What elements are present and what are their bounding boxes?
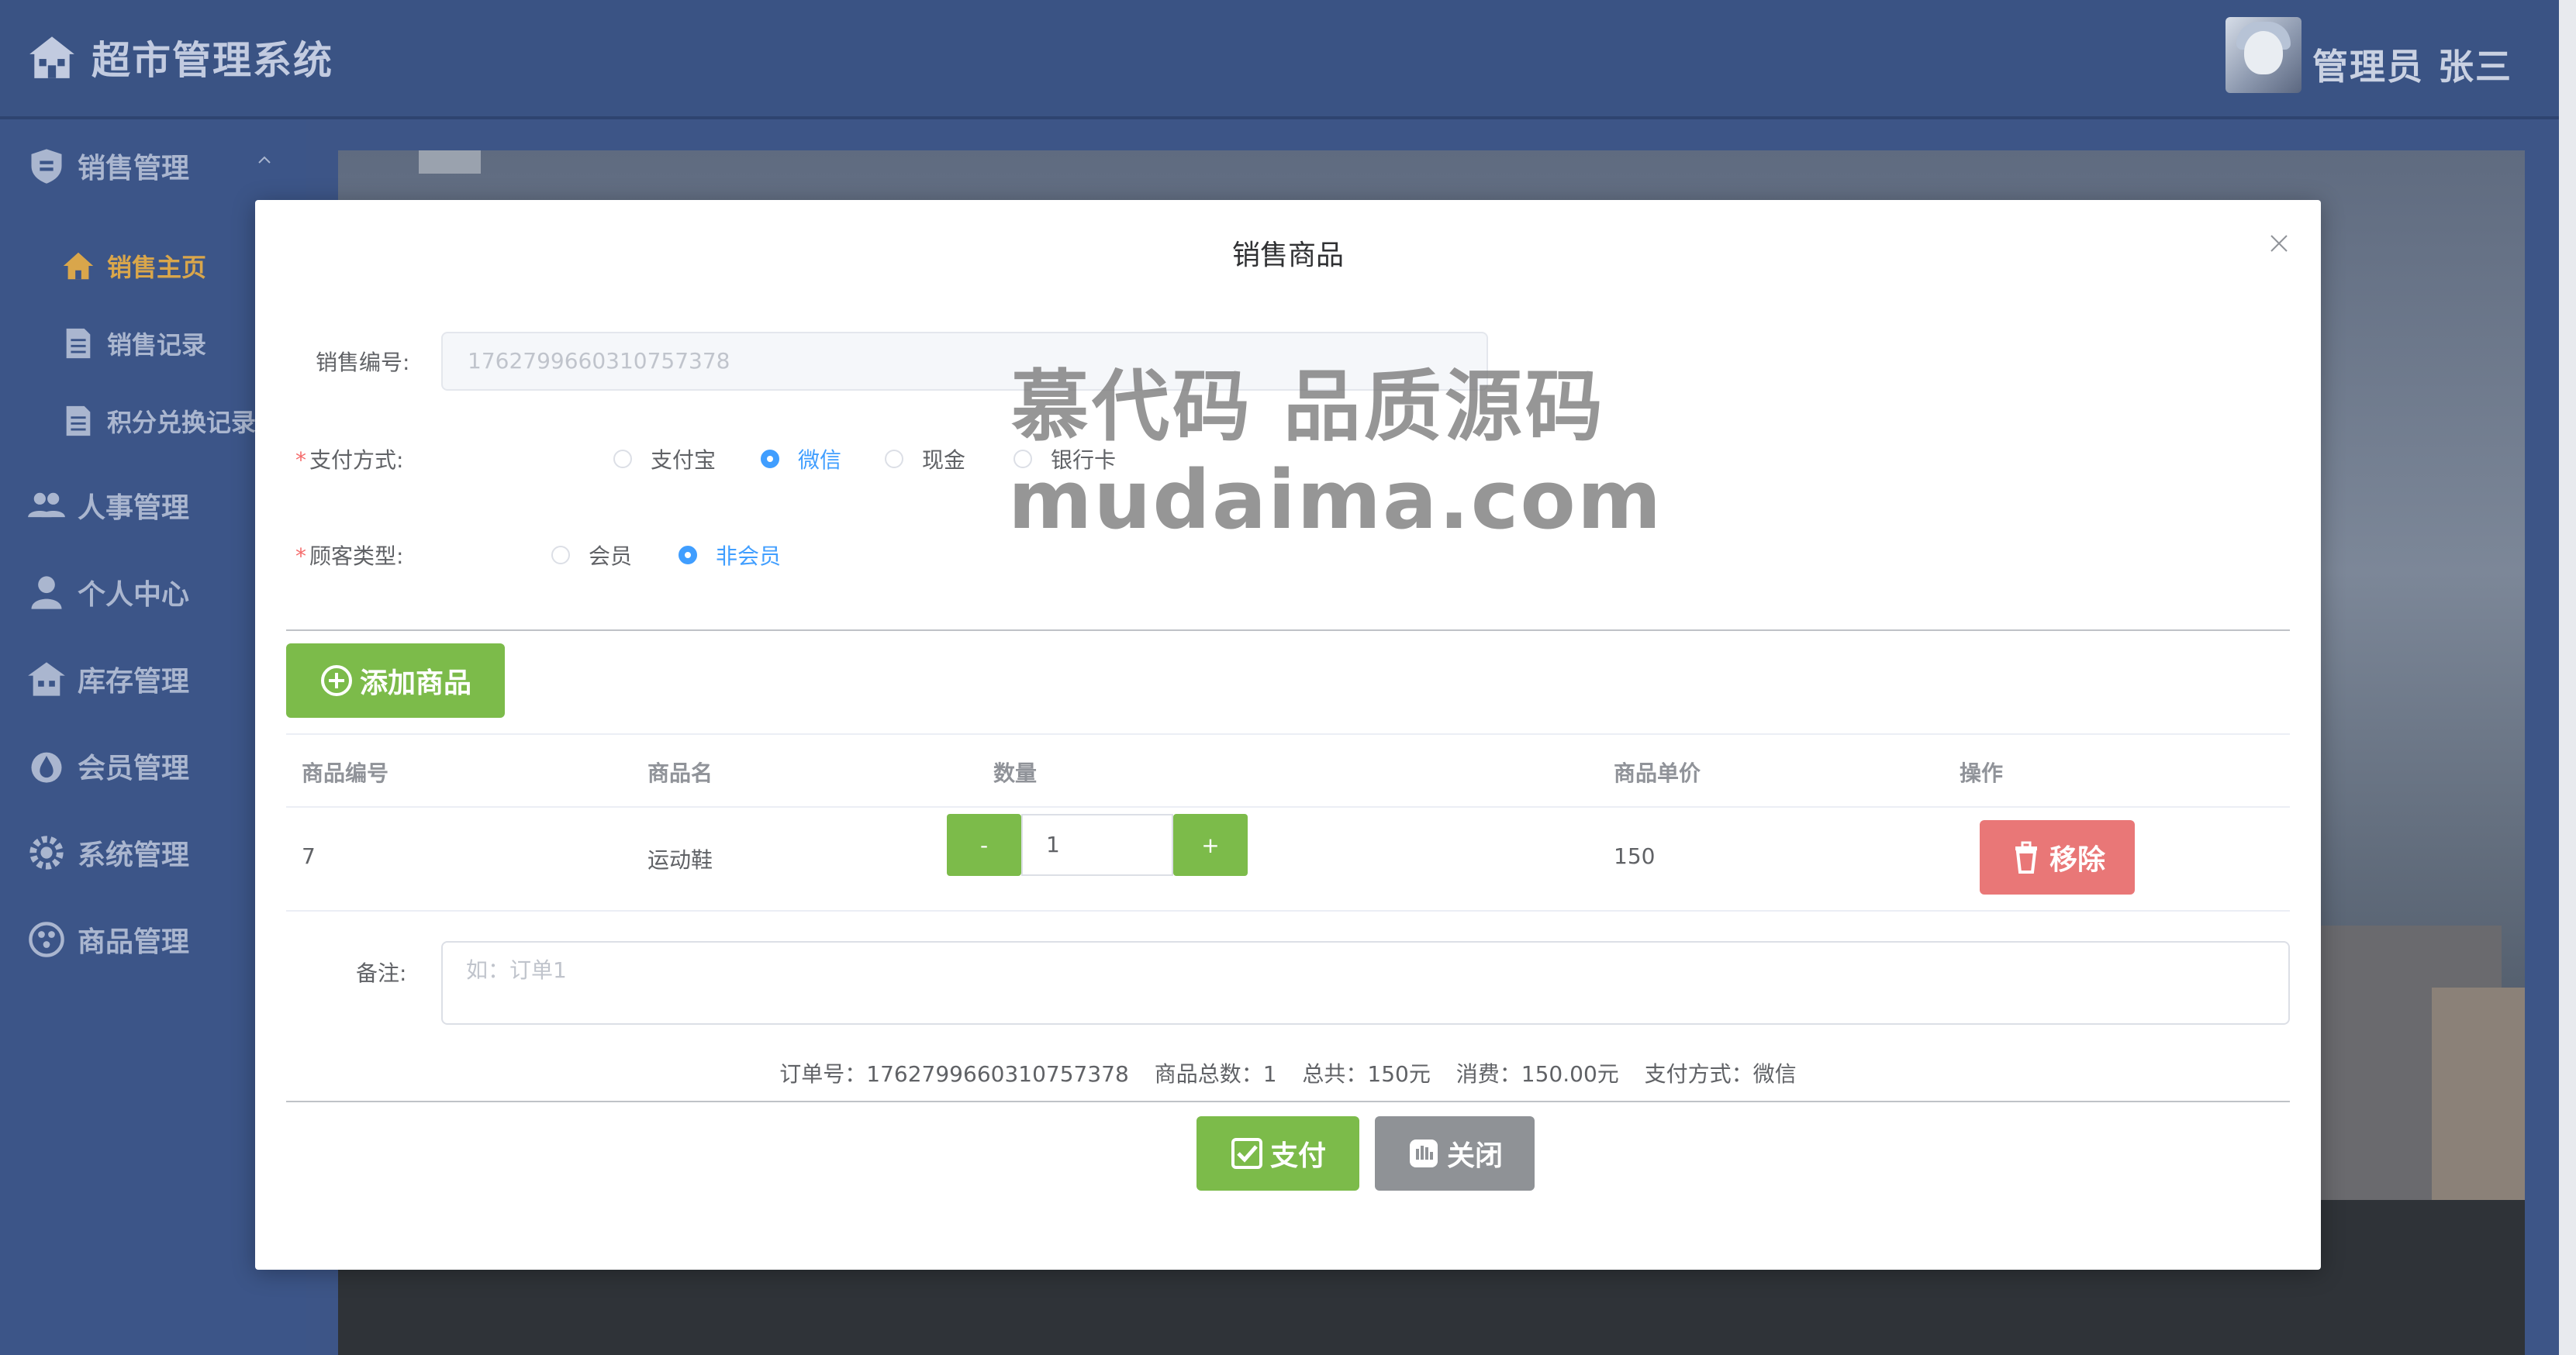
user-icon (31, 576, 62, 609)
sidebar-item-sales-home[interactable]: 销售主页 (60, 248, 206, 284)
sidebar-group-sales-label: 销售管理 (78, 153, 190, 184)
sidebar-group-sales[interactable]: 销售管理 (26, 146, 189, 186)
user-name[interactable]: 管理员 张三 (2312, 39, 2512, 90)
column-header: 操作 (1960, 760, 2004, 786)
table-row: 7 运动鞋 - 1 + 150 移除 (286, 805, 2290, 912)
product-icon (29, 922, 64, 957)
document-icon (66, 405, 91, 436)
home-icon (63, 252, 94, 280)
table-header: 商品编号 商品名 数量 商品单价 操作 (286, 733, 2290, 808)
cell-product-id: 7 (302, 843, 316, 869)
column-header: 商品编号 (302, 760, 389, 786)
sidebar-item-label: 个人中心 (78, 579, 190, 611)
drop-icon (31, 752, 62, 783)
sidebar-item-label: 商品管理 (78, 926, 190, 958)
order-summary: 订单号：1762799660310757378 商品总数：1 总共：150元 消… (255, 1057, 2321, 1088)
sale-no-label: 销售编号: (316, 350, 410, 375)
remark-textarea[interactable]: 如：订单1 (441, 941, 2290, 1025)
summary-count: 商品总数：1 (1154, 1061, 1277, 1087)
summary-total: 总共：150元 (1302, 1061, 1431, 1087)
sidebar-item-label: 系统管理 (78, 840, 190, 871)
cell-unit-price: 150 (1614, 843, 1656, 869)
sidebar-item-label: 积分兑换记录 (107, 408, 257, 437)
summary-payment: 支付方式：微信 (1644, 1061, 1797, 1087)
customer-option-nonmember[interactable]: 非会员 (679, 540, 781, 571)
users-icon (28, 492, 65, 518)
increase-button[interactable]: + (1173, 814, 1248, 876)
quantity-stepper: - 1 + (947, 814, 1248, 876)
warehouse-icon (28, 662, 65, 696)
remove-button[interactable]: 移除 (1980, 820, 2135, 895)
quantity-input[interactable]: 1 (1021, 814, 1173, 876)
shield-icon (31, 149, 62, 184)
pay-button[interactable]: 支付 (1196, 1116, 1359, 1191)
payment-option-wechat[interactable]: 微信 (761, 443, 841, 474)
sidebar-item-products[interactable]: 商品管理 (26, 919, 189, 960)
trash-icon (2015, 841, 2037, 874)
plus-circle-icon (320, 665, 352, 696)
payment-option-alipay[interactable]: 支付宝 (613, 443, 716, 474)
home-icon (29, 36, 74, 78)
sale-dialog: 销售商品 销售编号: 1762799660310757378 * 支付方式: 支付… (255, 200, 2321, 1270)
sidebar-item-profile[interactable]: 个人中心 (26, 572, 189, 612)
sidebar-item-members[interactable]: 会员管理 (26, 746, 189, 786)
dialog-title: 销售商品 (1231, 240, 1344, 271)
customer-option-member[interactable]: 会员 (551, 540, 632, 571)
sidebar-item-label: 库存管理 (78, 666, 190, 698)
customer-type-label: * 顾客类型: (295, 543, 404, 569)
decrease-button[interactable]: - (947, 814, 1021, 876)
hand-icon (1409, 1140, 1438, 1167)
sidebar-item-points-records[interactable]: 积分兑换记录 (60, 403, 256, 439)
sidebar-item-system[interactable]: 系统管理 (26, 833, 189, 873)
top-header: 超市管理系统 管理员 张三 (0, 0, 2559, 119)
app-title: 超市管理系统 (92, 38, 333, 83)
document-icon (66, 328, 91, 359)
close-icon[interactable] (2268, 233, 2290, 254)
scrollbar-track[interactable] (2559, 0, 2576, 1355)
sidebar-item-inventory[interactable]: 库存管理 (26, 659, 189, 699)
checkbox-icon (1231, 1138, 1262, 1169)
watermark-url: mudaima.com (1008, 453, 1663, 547)
column-header: 数量 (993, 760, 1038, 786)
column-header: 商品名 (647, 760, 713, 786)
app-logo: 超市管理系统 (26, 29, 333, 85)
avatar[interactable] (2225, 17, 2301, 93)
divider (286, 1101, 2290, 1102)
remark-label: 备注: (356, 960, 407, 986)
cell-product-name: 运动鞋 (647, 847, 713, 873)
watermark-text: 慕代码 品质源码 (1011, 361, 1606, 452)
close-button[interactable]: 关闭 (1375, 1116, 1535, 1191)
payment-label: * 支付方式: (295, 447, 404, 473)
gear-icon (29, 836, 64, 870)
sidebar-item-label: 人事管理 (78, 492, 190, 524)
payment-option-cash[interactable]: 现金 (885, 443, 965, 474)
add-product-button[interactable]: 添加商品 (286, 643, 505, 718)
sidebar-item-label: 会员管理 (78, 753, 190, 784)
summary-order-no: 订单号：1762799660310757378 (779, 1061, 1129, 1087)
sidebar-item-sales-records[interactable]: 销售记录 (60, 326, 206, 361)
column-header: 商品单价 (1614, 760, 1701, 786)
user-info[interactable]: 管理员 张三 (2225, 17, 2512, 93)
sidebar-item-hr[interactable]: 人事管理 (26, 485, 189, 526)
chevron-up-icon[interactable] (256, 152, 273, 169)
summary-spend: 消费：150.00元 (1455, 1061, 1619, 1087)
divider (286, 629, 2290, 631)
sidebar-item-label: 销售主页 (107, 253, 207, 282)
sidebar-item-label: 销售记录 (107, 330, 207, 360)
